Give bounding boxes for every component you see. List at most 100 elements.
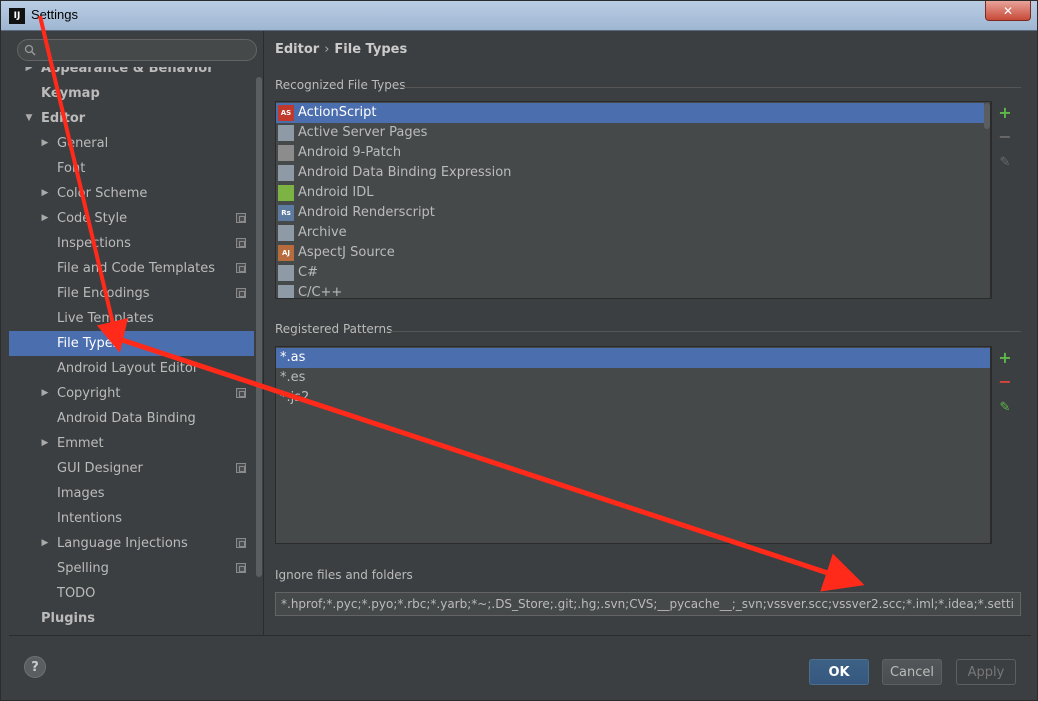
question-mark-icon: ? [31, 659, 39, 675]
pencil-icon: ✎ [999, 400, 1011, 415]
file-type-name: Android Renderscript [298, 205, 435, 220]
recognized-separator [395, 87, 1021, 88]
file-type-name: ActionScript [298, 105, 377, 120]
tree-item-editor[interactable]: ▼ Editor [9, 106, 254, 131]
android-icon [278, 185, 294, 201]
tree-item-todo[interactable]: TODO [9, 581, 254, 606]
tree-item-live-templates[interactable]: Live Templates [9, 306, 254, 331]
file-person-icon [278, 265, 294, 281]
ignore-files-text: Ignore files and folders [275, 568, 413, 582]
tree-item-gui-designer[interactable]: GUI Designer [9, 456, 254, 481]
dialog-button-bar: ? OK Cancel Apply [9, 635, 1031, 695]
tree-item-label: Spelling [57, 561, 109, 576]
file-type-row[interactable]: Active Server Pages [276, 123, 976, 143]
close-button[interactable]: ✕ [985, 1, 1031, 21]
ok-button[interactable]: OK [809, 659, 869, 685]
pattern-row[interactable]: *.as [276, 348, 990, 368]
recognized-file-types-text: Recognized File Types [275, 78, 406, 92]
file-type-row[interactable]: C/C++ [276, 283, 976, 299]
tree-item-label: Live Templates [57, 311, 154, 326]
tree-item-android-layout-editor[interactable]: Android Layout Editor [9, 356, 254, 381]
add-file-type-button[interactable]: + [996, 104, 1014, 122]
tree-item-label: Android Layout Editor [57, 361, 199, 376]
add-pattern-button[interactable]: + [996, 349, 1014, 367]
tree-item-file-encodings[interactable]: File Encodings [9, 281, 254, 306]
file-type-row[interactable]: Android Data Binding Expression [276, 163, 976, 183]
file-types-panel: Editor › File Types Recognized File Types … [265, 31, 1031, 635]
apply-button[interactable]: Apply [956, 659, 1016, 685]
registered-patterns-list[interactable]: *.as *.es *.js2 [275, 346, 991, 544]
search-input[interactable] [40, 41, 250, 59]
minus-icon: − [998, 372, 1012, 391]
file-type-row[interactable]: Rs Android Renderscript [276, 203, 976, 223]
collapsed-arrow-icon[interactable]: ▶ [39, 431, 51, 456]
project-settings-icon [236, 288, 246, 298]
collapsed-arrow-icon[interactable]: ▶ [23, 67, 35, 81]
tree-item-label: Plugins [41, 611, 95, 626]
tree-item-file-and-code-templates[interactable]: File and Code Templates [9, 256, 254, 281]
tree-item-label: Language Injections [57, 536, 188, 551]
file-type-row[interactable]: AS ActionScript [276, 103, 984, 123]
collapsed-arrow-icon[interactable]: ▶ [39, 381, 51, 406]
expanded-arrow-icon[interactable]: ▼ [23, 106, 35, 131]
file-type-row[interactable]: Android 9-Patch [276, 143, 976, 163]
tree-item-language-injections[interactable]: ▶ Language Injections [9, 531, 254, 556]
tree-item-general[interactable]: ▶ General [9, 131, 254, 156]
remove-file-type-button[interactable]: − [996, 128, 1014, 146]
tree-item-images[interactable]: Images [9, 481, 254, 506]
edit-file-type-button[interactable]: ✎ [996, 154, 1014, 172]
settings-tree-pane: ▶ Appearance & Behavior Keymap ▼ Editor ▶ Gene… [9, 31, 264, 635]
tree-item-label: File Encodings [57, 286, 150, 301]
tree-item-label: Images [57, 486, 105, 501]
ignore-files-input[interactable] [275, 592, 1021, 616]
tree-item-code-style[interactable]: ▶ Code Style [9, 206, 254, 231]
file-type-row[interactable]: C# [276, 263, 976, 283]
collapsed-arrow-icon[interactable]: ▶ [39, 131, 51, 156]
file-type-name: C/C++ [298, 285, 343, 299]
pattern-row[interactable]: *.es [276, 368, 990, 388]
recognized-toolbar: + − ✎ [991, 101, 1021, 299]
tree-item-plugins[interactable]: Plugins [9, 606, 254, 631]
ignore-files-label: Ignore files and folders [275, 568, 413, 582]
tree-item-copyright[interactable]: ▶ Copyright [9, 381, 254, 406]
tree-item-file-types[interactable]: File Types [9, 331, 254, 356]
tree-item-font[interactable]: Font [9, 156, 254, 181]
help-button[interactable]: ? [24, 656, 46, 678]
file-type-row[interactable]: Archive [276, 223, 976, 243]
tree-item-emmet[interactable]: ▶ Emmet [9, 431, 254, 456]
tree-item-color-scheme[interactable]: ▶ Color Scheme [9, 181, 254, 206]
registered-patterns-text: Registered Patterns [275, 322, 393, 336]
file-type-name: Android IDL [298, 185, 374, 200]
tree-item-inspections[interactable]: Inspections [9, 231, 254, 256]
cancel-button[interactable]: Cancel [882, 659, 942, 685]
file-type-row[interactable]: Android IDL [276, 183, 976, 203]
patterns-separator [389, 331, 1021, 332]
pencil-icon: ✎ [999, 155, 1011, 170]
tree-item-label: Appearance & Behavior [41, 67, 214, 76]
collapsed-arrow-icon[interactable]: ▶ [39, 531, 51, 556]
tree-item-spelling[interactable]: Spelling [9, 556, 254, 581]
project-settings-icon [236, 238, 246, 248]
registered-patterns-label: Registered Patterns [275, 322, 392, 336]
tree-item-intentions[interactable]: Intentions [9, 506, 254, 531]
edit-pattern-button[interactable]: ✎ [996, 399, 1014, 417]
breadcrumb-separator: › [324, 42, 330, 57]
collapsed-arrow-icon[interactable]: ▶ [39, 181, 51, 206]
title-bar[interactable]: IJ Settings ✕ [1, 1, 1037, 31]
tree-item-keymap[interactable]: Keymap [9, 81, 254, 106]
project-settings-icon [236, 388, 246, 398]
project-settings-icon [236, 263, 246, 273]
close-icon: ✕ [1002, 3, 1014, 18]
remove-pattern-button[interactable]: − [996, 373, 1014, 391]
pattern-row[interactable]: *.js2 [276, 388, 990, 408]
file-type-row[interactable]: AJ AspectJ Source [276, 243, 976, 263]
tree-item-label: Android Data Binding [57, 411, 196, 426]
tree-scrollbar[interactable] [256, 77, 262, 577]
tree-item-appearance-behavior[interactable]: ▶ Appearance & Behavior [9, 67, 254, 81]
search-box[interactable] [17, 39, 257, 61]
file-types-scrollbar[interactable] [984, 103, 990, 129]
collapsed-arrow-icon[interactable]: ▶ [39, 206, 51, 231]
recognized-file-types-list[interactable]: AS ActionScript Active Server Pages Android… [275, 101, 991, 299]
tree-item-android-data-binding[interactable]: Android Data Binding [9, 406, 254, 431]
tree-item-label: General [57, 136, 109, 151]
